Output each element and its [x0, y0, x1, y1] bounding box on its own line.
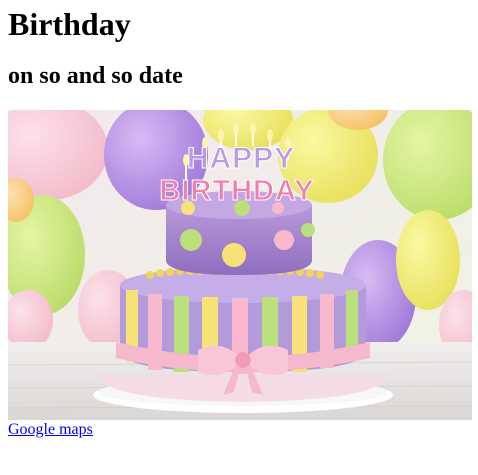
cake-topper-happy: HAPPY — [187, 142, 295, 175]
page-subtitle: on so and so date — [8, 63, 183, 89]
page-title: Birthday — [8, 6, 131, 42]
google-maps-link[interactable]: Google maps — [8, 420, 93, 439]
birthday-cake-photo: HAPPY BIRTHDAY — [8, 110, 472, 420]
cake-topper-birthday: BIRTHDAY — [159, 175, 314, 207]
